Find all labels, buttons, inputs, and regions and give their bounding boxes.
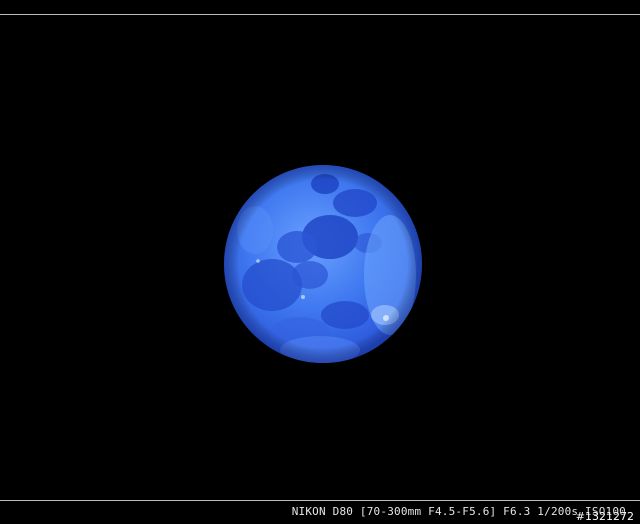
moon-limb-shading [224,165,422,363]
bottom-border-line [0,500,640,501]
moon-photo [0,15,640,500]
photo-id-watermark: #1321272 [575,510,634,523]
photo-frame: NIKON D80 [70-300mm F4.5-F5.6] F6.3 1/20… [0,0,640,524]
